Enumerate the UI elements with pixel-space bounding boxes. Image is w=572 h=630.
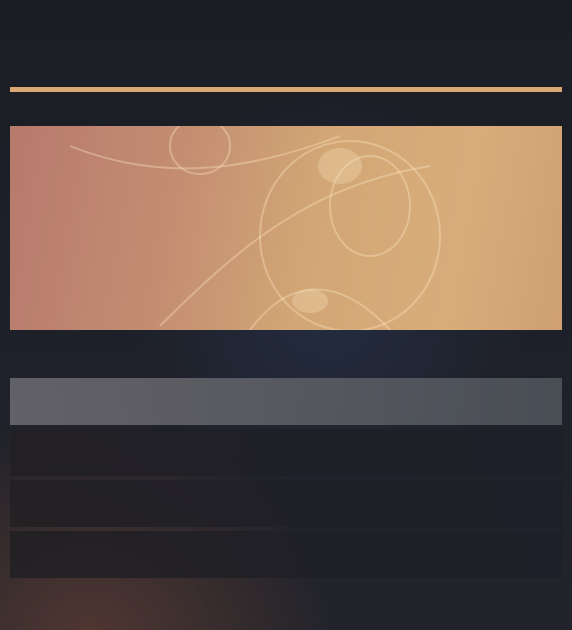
list-item-4[interactable] [10, 531, 562, 578]
banner-artwork-icon [69, 126, 441, 330]
app-screen [0, 0, 572, 630]
menu-list [10, 378, 562, 582]
list-item-1[interactable] [10, 378, 562, 425]
list-item-3[interactable] [10, 480, 562, 527]
accent-divider [10, 87, 562, 92]
list-item-2[interactable] [10, 429, 562, 476]
banner-image[interactable] [10, 126, 562, 330]
